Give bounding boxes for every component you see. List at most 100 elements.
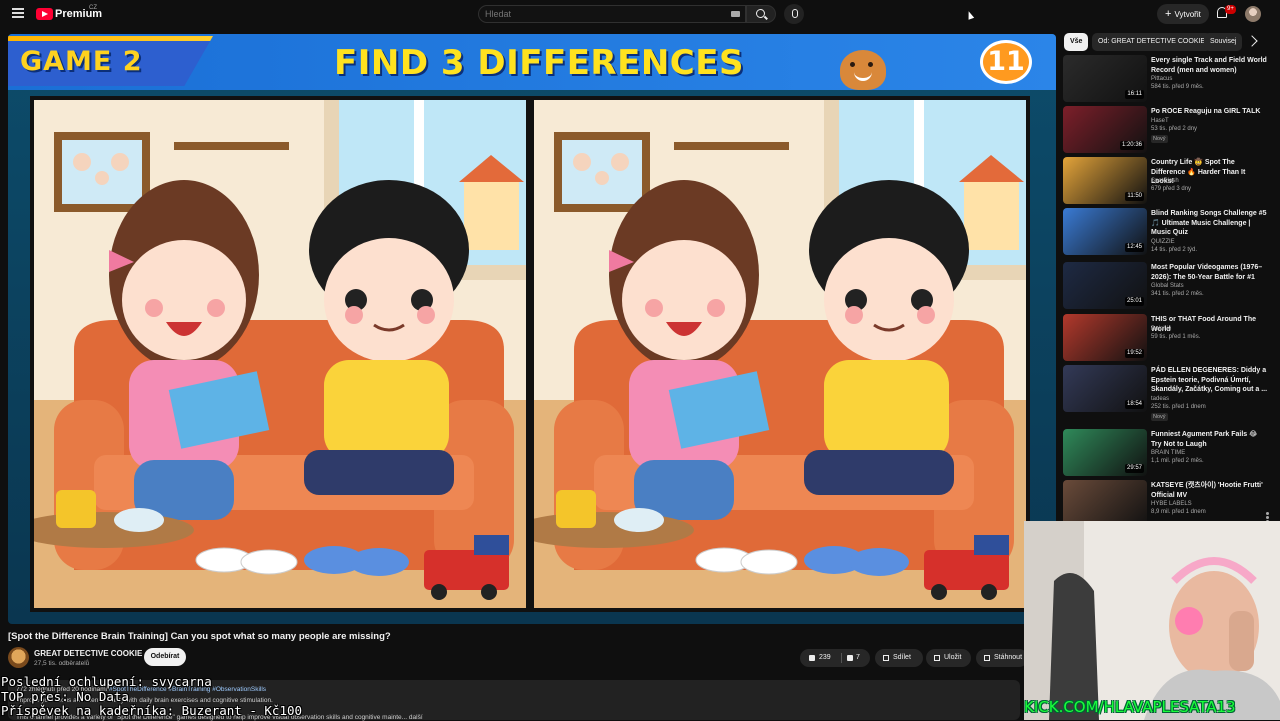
game-headline: FIND 3 DIFFERENCES [334,43,744,83]
subscribe-button[interactable]: Odebírat [144,648,186,666]
create-button[interactable]: + Vytvořit [1157,4,1209,24]
logo-country-code: CZ [89,5,97,11]
youtube-logo-icon[interactable] [36,8,53,20]
recommendation-item[interactable]: 16:11 Every single Track and Field World … [1063,55,1273,105]
save-label: Uložit [944,654,962,661]
video-thumbnail[interactable]: 12:45 [1063,208,1147,255]
recommendation-item[interactable]: 25:01 Most Popular Videogames (1976–2026)… [1063,262,1273,312]
puzzle-image-right[interactable] [530,96,1030,612]
download-button[interactable]: Stáhnout [976,649,1028,667]
cookie-mascot-icon [840,50,886,90]
recommendation-item[interactable]: 19:52 THIS or THAT Food Around The World D… [1063,314,1273,364]
recommendation-item[interactable]: 12:45 Blind Ranking Songs Challenge #5 🎵 … [1063,208,1273,258]
create-label: Vytvořit [1174,10,1201,19]
recommendation-meta: 679 před 3 dny [1151,186,1192,192]
video-duration: 25:01 [1124,297,1144,306]
download-icon [984,655,990,661]
recommendation-meta: 53 tis. před 2 dny [1151,125,1198,132]
new-badge: Nový [1151,412,1168,421]
recommendation-meta: 341 tis. před 2 měs. [1151,291,1204,297]
recommendation-meta: 59 tis. před 1 měs. [1151,333,1201,340]
recommendation-meta: 14 tis. před 2 týd. [1151,246,1198,253]
video-duration: 16:11 [1125,90,1144,99]
stream-overlay-last-action: Poslední ochlupení: svycarna [1,674,212,689]
download-label: Stáhnout [994,654,1023,661]
bookmark-icon [934,655,940,661]
chip-related[interactable]: Souvisej [1204,33,1243,51]
plus-icon: + [1165,8,1172,20]
video-thumbnail[interactable]: 29:57 [1063,429,1147,476]
video-thumbnail[interactable]: 16:11 [1063,55,1147,102]
webcam-overlay [1024,521,1280,720]
video-thumbnail[interactable]: 11:50 [1063,157,1147,204]
recommendation-title[interactable]: Po ROCE Reaguju na GIRL TALK [1151,107,1269,117]
notifications-badge: 9+ [1225,5,1236,14]
search-input[interactable] [485,7,725,21]
chip-all[interactable]: Vše [1064,33,1089,51]
account-avatar[interactable] [1245,6,1261,22]
new-badge: Nový [1151,134,1168,143]
webcam-channel-caption: KICK.COM/HLAVAPLESATA13 [1024,698,1236,716]
recommendation-item[interactable]: 1:20:36 Po ROCE Reaguju na GIRL TALK HaseT… [1063,106,1273,156]
share-arrow-icon [883,655,889,661]
video-thumbnail[interactable]: 1:20:36 [1063,106,1147,153]
microphone-button[interactable] [784,4,804,24]
recommendation-channel[interactable]: Global Stats [1151,283,1184,289]
thumbs-down-icon[interactable] [847,655,853,661]
recommendation-channel[interactable]: HaseT [1151,118,1169,124]
channel-name[interactable]: GREAT DETECTIVE COOKIE [34,649,142,658]
scene-illustration-right [534,100,1026,608]
video-player[interactable]: GAME 2 FIND 3 DIFFERENCES 11 [8,34,1056,624]
recommendation-item[interactable]: 18:54 PÁD ELLEN DEGENERES: Diddy a Epstei… [1063,365,1273,421]
share-label: Sdílet [893,654,911,661]
like-count[interactable]: 239 [819,649,831,667]
hamburger-menu-icon[interactable] [12,8,24,18]
recommendation-meta: 252 tis. před 1 dnem [1151,403,1206,410]
search-button[interactable] [746,5,776,23]
puzzle-image-left [30,96,530,612]
channel-avatar[interactable] [8,647,29,668]
filter-chips: Vše Od: GREAT DETECTIVE COOKIE Souvisej [1064,33,1264,51]
thumbs-up-icon[interactable] [809,655,815,661]
dislike-count[interactable]: 7 [856,649,860,667]
webcam-feed-image [1024,521,1280,720]
recommendation-title[interactable]: Blind Ranking Songs Challenge #5 🎵 Ultim… [1151,209,1269,238]
video-thumbnail[interactable]: 19:52 [1063,314,1147,361]
keyboard-icon[interactable] [731,11,740,17]
search-box[interactable] [478,5,746,23]
recommendation-title[interactable]: Every single Track and Field World Recor… [1151,56,1269,75]
video-duration: 1:20:36 [1119,141,1144,150]
recommendation-channel[interactable]: Pittacus [1151,76,1172,82]
scene-illustration-left [34,100,526,608]
save-button[interactable]: Uložit [926,649,971,667]
recommendation-title[interactable]: Most Popular Videogames (1976–2026): The… [1151,263,1269,282]
video-title: [Spot the Difference Brain Training] Can… [8,631,391,642]
more-options-icon[interactable] [1266,512,1269,515]
video-thumbnail[interactable]: 18:54 [1063,365,1147,412]
chip-from-channel[interactable]: Od: GREAT DETECTIVE COOKIE [1092,33,1212,51]
recommendation-meta: 8,9 mil. před 1 dnem [1151,509,1206,515]
top-bar: Premium CZ +Vytvořit 9+ [0,0,1280,28]
video-thumbnail[interactable]: 25:01 [1063,262,1147,309]
like-dislike-group: 239 7 [800,649,870,667]
recommendation-channel[interactable]: HYBE LABELS [1151,501,1192,507]
recommendation-item[interactable]: 11:50 Country Life 🤠 Spot The Difference … [1063,157,1273,207]
recommendation-meta: 584 tis. před 9 měs. [1151,84,1204,90]
recommendation-title[interactable]: KATSEYE (캣츠아이) 'Hootie Frutti' Official … [1151,481,1269,500]
subscriber-count: 27,5 tis. odběratelů [34,660,90,667]
recommendation-channel[interactable]: BRAIN TIME [1151,450,1185,456]
video-duration: 19:52 [1124,349,1144,358]
mouse-cursor-icon [965,10,975,20]
video-duration: 11:50 [1125,192,1144,201]
recommendation-title[interactable]: Funniest Agument Park Fails 😂 Try Not to… [1151,430,1269,449]
recommendation-channel[interactable]: tadeas [1151,396,1169,402]
share-button[interactable]: Sdílet [875,649,923,667]
recommendation-channel[interactable]: Delphie [1151,326,1171,332]
video-thumbnail[interactable] [1063,480,1147,527]
recommendation-channel[interactable]: QUIZZIE [1151,239,1175,245]
recommendation-channel[interactable]: SpotClash [1151,178,1179,184]
recommendation-item[interactable]: 29:57 Funniest Agument Park Fails 😂 Try N… [1063,429,1273,479]
recommendation-title[interactable]: PÁD ELLEN DEGENERES: Diddy a Epstein teo… [1151,366,1269,395]
countdown-timer: 11 [980,40,1032,84]
video-duration: 29:57 [1124,464,1144,473]
